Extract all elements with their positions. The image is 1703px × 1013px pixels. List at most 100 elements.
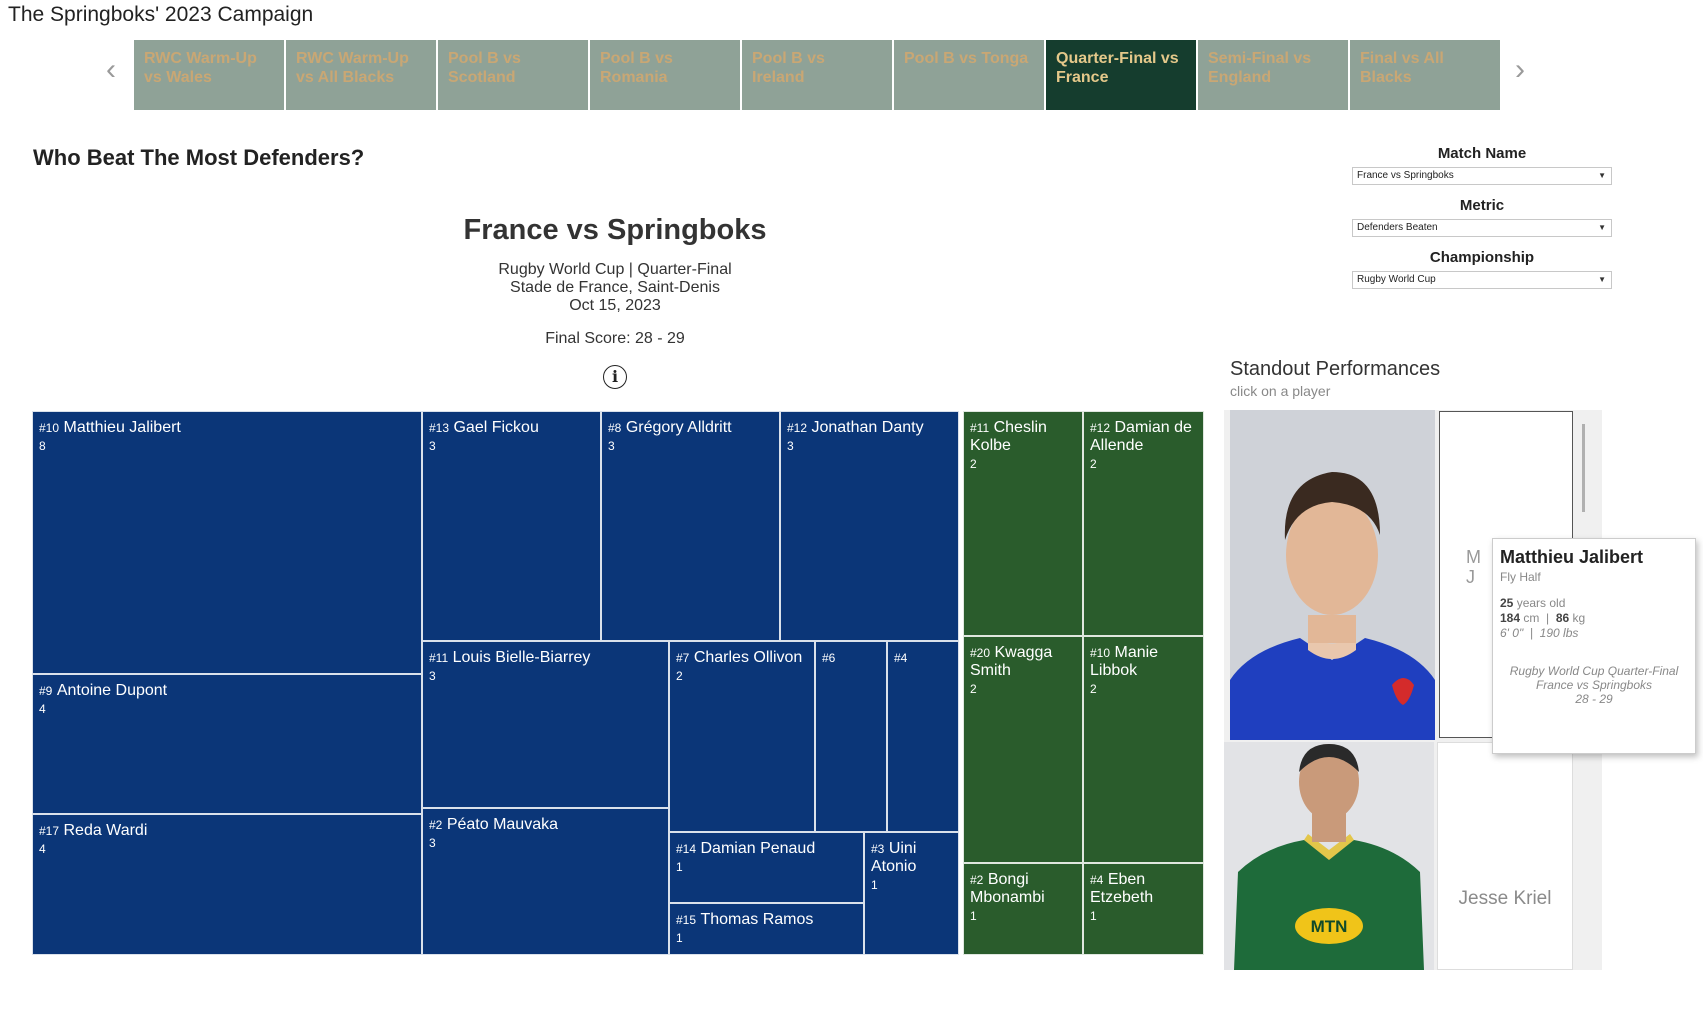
tab-final-all-blacks[interactable]: Final vs All Blacks xyxy=(1350,40,1500,110)
treemap-cell-france[interactable]: #15 Thomas Ramos 1 xyxy=(669,903,864,955)
player-name: Péato Mauvaka xyxy=(446,816,558,833)
tab-label: Pool B vs xyxy=(448,50,521,67)
treemap-cell-springboks[interactable]: #12 Damian de Allende 2 xyxy=(1083,411,1204,636)
tab-pool-scotland[interactable]: Pool B vs Scotland xyxy=(438,40,588,110)
treemap-cell-springboks[interactable]: #4 Eben Etzebeth 1 xyxy=(1083,863,1204,955)
tab-label: Final vs All xyxy=(1360,50,1444,67)
match-tabs: RWC Warm-Up vs Wales RWC Warm-Up vs All Bl… xyxy=(134,40,1500,110)
portrait-image xyxy=(1230,410,1435,740)
treemap-cell-france[interactable]: #13 Gael Fickou 3 xyxy=(422,411,601,641)
player-number: #12 xyxy=(787,421,808,435)
defenders-beaten-value: 1 xyxy=(676,931,683,945)
defenders-beaten-value: 3 xyxy=(787,439,794,453)
tooltip-position: Fly Half xyxy=(1500,570,1541,584)
player-number: #7 xyxy=(676,651,690,665)
treemap-cell-france[interactable]: #4 xyxy=(887,641,959,832)
caret-down-icon: ▼ xyxy=(1598,223,1606,232)
player-card-name: Jesse Kriel xyxy=(1458,888,1552,909)
tab-label: Scotland xyxy=(448,69,516,86)
treemap-cell-france[interactable]: #12 Jonathan Danty 3 xyxy=(780,411,959,641)
standout-subtitle: click on a player xyxy=(1230,383,1331,399)
tab-quarter-final-france[interactable]: Quarter-Final vs France xyxy=(1046,40,1196,110)
tooltip-kg-unit: kg xyxy=(1572,611,1586,625)
tab-warmup-wales[interactable]: RWC Warm-Up vs Wales xyxy=(134,40,284,110)
chevron-right-icon[interactable]: › xyxy=(1505,50,1535,90)
tab-semi-final-england[interactable]: Semi-Final vs England xyxy=(1198,40,1348,110)
player-number: #2 xyxy=(970,873,984,887)
player-name: Reda Wardi xyxy=(63,822,148,839)
section-title: Who Beat The Most Defenders? xyxy=(33,145,365,170)
match-name-select[interactable]: France vs Springboks ▼ xyxy=(1352,167,1612,185)
match-title: France vs Springboks xyxy=(463,214,767,246)
tab-label: England xyxy=(1208,69,1272,86)
defenders-beaten-value: 1 xyxy=(676,860,683,874)
player-name: Grégory Alldritt xyxy=(625,419,732,436)
player-number: #15 xyxy=(676,913,697,927)
info-icon[interactable]: i xyxy=(603,365,627,389)
treemap-cell-france[interactable]: #3 Uini Atonio 1 xyxy=(864,832,959,955)
tab-label: Pool B vs xyxy=(752,50,825,67)
player-name: Jonathan Danty xyxy=(811,419,924,436)
defenders-beaten-value: 1 xyxy=(970,909,977,923)
player-number: #11 xyxy=(429,651,449,665)
tooltip-age: 25 years old xyxy=(1500,596,1688,610)
defenders-beaten-value: 2 xyxy=(970,457,977,471)
treemap-cell-france[interactable]: #2 Péato Mauvaka 3 xyxy=(422,808,669,955)
player-number: #20 xyxy=(970,646,991,660)
defenders-beaten-value: 2 xyxy=(1090,682,1097,696)
scrollbar[interactable] xyxy=(1582,424,1585,512)
player-name: Gael Fickou xyxy=(453,419,539,436)
match-date: Oct 15, 2023 xyxy=(569,297,661,314)
player-number: #6 xyxy=(822,651,836,665)
tab-pool-ireland[interactable]: Pool B vs Ireland xyxy=(742,40,892,110)
player-name: Louis Bielle-Biarrey xyxy=(452,649,591,666)
tab-pool-romania[interactable]: Pool B vs Romania xyxy=(590,40,740,110)
metric-select[interactable]: Defenders Beaten ▼ xyxy=(1352,219,1612,237)
tooltip-score: 28 - 29 xyxy=(1575,692,1613,706)
tooltip-imperial-size: 6' 0" | 190 lbs xyxy=(1500,626,1579,640)
tab-warmup-all-blacks[interactable]: RWC Warm-Up vs All Blacks xyxy=(286,40,436,110)
player-number: #4 xyxy=(894,651,908,665)
player-number: #10 xyxy=(1090,646,1111,660)
player-photo-springbok[interactable]: MTN xyxy=(1224,742,1434,970)
tooltip-match: France vs Springboks xyxy=(1535,678,1653,692)
tooltip-metric-size: 184 cm | 86 kg xyxy=(1500,611,1688,625)
defenders-beaten-value: 4 xyxy=(39,842,46,856)
treemap-cell-springboks[interactable]: #2 Bongi Mbonambi 1 xyxy=(963,863,1083,955)
tooltip-cm-unit: cm xyxy=(1523,611,1540,625)
tab-label: Ireland xyxy=(752,69,805,86)
player-card-kriel[interactable]: Jesse Kriel xyxy=(1437,742,1573,970)
treemap-cell-france[interactable]: #11 Louis Bielle-Biarrey 3 xyxy=(422,641,669,808)
player-number: #4 xyxy=(1090,873,1104,887)
defenders-beaten-value: 4 xyxy=(39,702,46,716)
treemap-cell-france[interactable]: #9 Antoine Dupont 4 xyxy=(32,674,422,814)
tab-pool-tonga[interactable]: Pool B vs Tonga xyxy=(894,40,1044,110)
defenders-beaten-value: 1 xyxy=(871,878,878,892)
tab-label: Blacks xyxy=(1360,69,1412,86)
treemap-cell-france[interactable]: #10 Matthieu Jalibert 8 xyxy=(32,411,422,674)
treemap-cell-france[interactable]: #7 Charles Ollivon 2 xyxy=(669,641,815,832)
standout-title: Standout Performances xyxy=(1230,358,1441,380)
treemap-cell-france[interactable]: #6 xyxy=(815,641,887,832)
defenders-beaten-value: 3 xyxy=(429,836,436,850)
treemap-cell-france[interactable]: #8 Grégory Alldritt 3 xyxy=(601,411,780,641)
tab-label: RWC Warm-Up xyxy=(144,50,257,67)
player-number: #12 xyxy=(1090,421,1111,435)
player-number: #2 xyxy=(429,818,443,832)
select-value: Defenders Beaten xyxy=(1357,222,1438,233)
treemap-cell-france[interactable]: #17 Reda Wardi 4 xyxy=(32,814,422,955)
player-number: #11 xyxy=(970,421,990,435)
championship-select[interactable]: Rugby World Cup ▼ xyxy=(1352,271,1612,289)
treemap-cell-springboks[interactable]: #11 Cheslin Kolbe 2 xyxy=(963,411,1083,636)
select-value: Rugby World Cup xyxy=(1357,274,1436,285)
player-number: #3 xyxy=(871,842,885,856)
defenders-beaten-value: 2 xyxy=(1090,457,1097,471)
treemap-cell-france[interactable]: #14 Damian Penaud 1 xyxy=(669,832,864,903)
treemap-cell-springboks[interactable]: #20 Kwagga Smith 2 xyxy=(963,636,1083,863)
player-photo-jalibert[interactable] xyxy=(1230,410,1435,740)
chevron-left-icon[interactable]: ‹ xyxy=(96,50,126,90)
tooltip-separator: | xyxy=(1546,611,1550,625)
tab-label: Quarter-Final vs xyxy=(1056,50,1179,67)
tooltip-player-name: Matthieu Jalibert xyxy=(1500,547,1644,567)
treemap-cell-springboks[interactable]: #10 Manie Libbok 2 xyxy=(1083,636,1204,863)
